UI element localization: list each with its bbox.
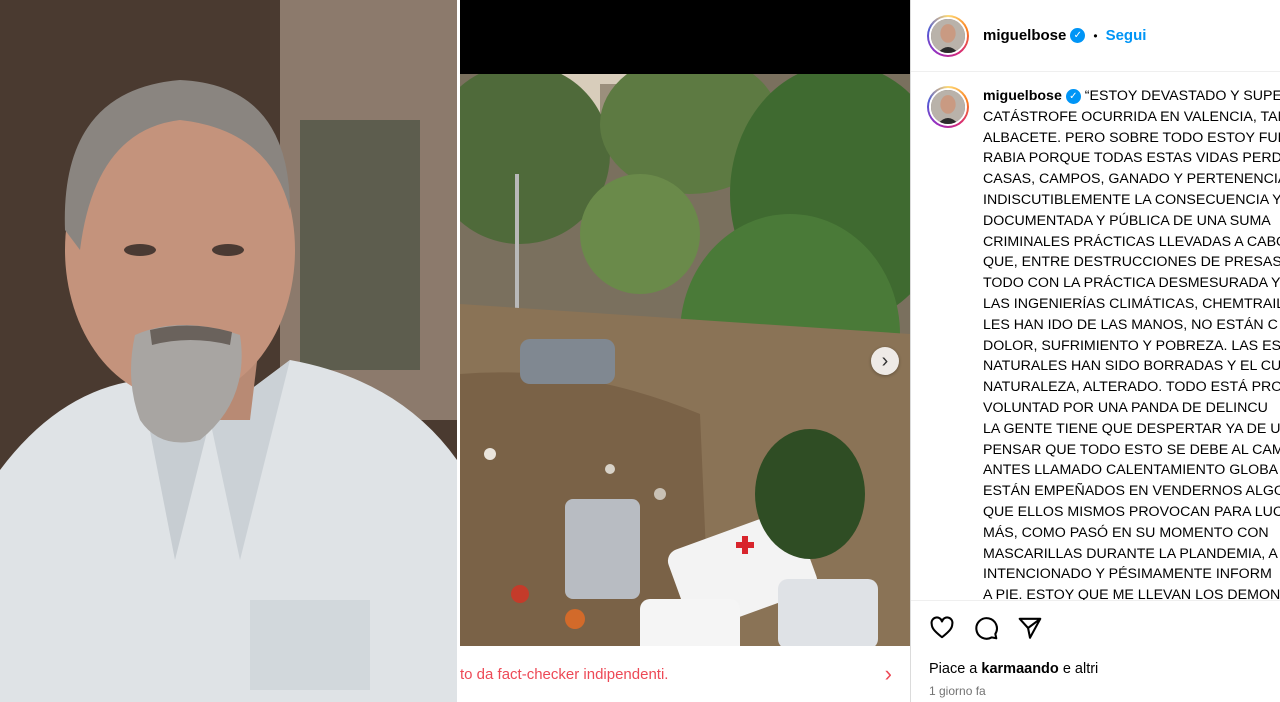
caption-line: NATURALEZA, ALTERADO. TODO ESTÁ PRO — [983, 379, 1280, 396]
caption-line: MASCARILLAS DURANTE LA PLANDEMIA, A — [983, 545, 1278, 562]
avatar[interactable] — [927, 14, 969, 57]
likes-suffix[interactable]: e altri — [1063, 661, 1098, 677]
heart-icon[interactable] — [929, 615, 955, 641]
caption-line: DOLOR, SUFRIMIENTO Y POBREZA. LAS ES — [983, 337, 1280, 354]
caption-line: “ESTOY DEVASTADO Y SUPE — [1084, 88, 1280, 104]
post-actions: Piace a karmaando e altri 1 giorno fa — [911, 600, 1280, 702]
caption-line: DOCUMENTADA Y PÚBLICA DE UNA SUMA — [983, 212, 1271, 229]
post-header: miguelbose ✓ • Segui — [911, 0, 1280, 72]
caption-username[interactable]: miguelbose — [983, 88, 1062, 104]
post-timestamp[interactable]: 1 giorno fa — [929, 684, 986, 698]
fact-check-notice[interactable]: to da fact-checker indipendenti. › — [460, 646, 910, 702]
caption-line: CASAS, CAMPOS, GANADO Y PERTENENCIA — [983, 171, 1280, 188]
username[interactable]: miguelbose — [983, 27, 1066, 44]
caption-line: VOLUNTAD POR UNA PANDA DE DELINCU — [983, 399, 1268, 416]
portrait-photo — [0, 0, 457, 702]
next-image-button[interactable]: › — [871, 347, 899, 375]
caption-line: PENSAR QUE TODO ESTO SE DEBE AL CAM — [983, 441, 1280, 458]
post-caption: miguelbose ✓ “ESTOY DEVASTADO Y SUPE CATÁ… — [911, 72, 1280, 600]
caption-line: LES HAN IDO DE LAS MANOS, NO ESTÁN C — [983, 316, 1278, 333]
verified-badge-icon: ✓ — [1070, 28, 1086, 43]
caption-line: MÁS, COMO PASÓ EN SU MOMENTO CON — [983, 524, 1269, 541]
caption-line: TODO CON LA PRÁCTICA DESMESURADA Y — [983, 275, 1280, 292]
follow-button[interactable]: Segui — [1106, 27, 1147, 44]
post-media-panel: › to da fact-checker indipendenti. › — [460, 0, 910, 702]
caption-line: RABIA PORQUE TODAS ESTAS VIDAS PERD — [983, 150, 1280, 167]
verified-badge-icon: ✓ — [1065, 88, 1081, 104]
caption-line: NATURALES HAN SIDO BORRADAS Y EL CU — [983, 358, 1280, 375]
caption-line: ANTES LLAMADO CALENTAMIENTO GLOBA — [983, 462, 1279, 479]
chevron-right-icon: › — [881, 350, 889, 372]
liked-by-user[interactable]: karmaando — [981, 661, 1058, 677]
likes-prefix: Piace a — [929, 661, 978, 677]
caption-line: QUE, ENTRE DESTRUCCIONES DE PRESAS Y — [983, 254, 1280, 271]
likes-summary: Piace a karmaando e altri — [929, 661, 1098, 677]
caption-line: ALBACETE. PERO SOBRE TODO ESTOY FURI — [983, 129, 1280, 146]
caption-line: LAS INGENIERÍAS CLIMÁTICAS, CHEMTRAIL — [983, 295, 1280, 312]
caption-line: A PIE. ESTOY QUE ME LLEVAN LOS DEMON — [983, 587, 1280, 600]
caption-line: INDISCUTIBLEMENTE LA CONSECUENCIA Y — [983, 191, 1280, 208]
post-image[interactable] — [460, 74, 910, 646]
caption-line: CATÁSTROFE OCURRIDA EN VALENCIA, TAM — [983, 108, 1280, 125]
caption-line: INTENCIONADO Y PÉSIMAMENTE INFORM — [983, 566, 1272, 583]
separator-dot: • — [1093, 28, 1098, 43]
caption-line: QUE ELLOS MISMOS PROVOCAN PARA LUC — [983, 503, 1280, 520]
caption-line: CRIMINALES PRÁCTICAS LLEVADAS A CABO — [983, 233, 1280, 250]
caption-line: ESTÁN EMPEÑADOS EN VENDERNOS ALGO — [983, 483, 1280, 500]
comment-icon[interactable] — [973, 615, 999, 641]
avatar[interactable] — [927, 86, 969, 128]
caption-line: LA GENTE TIENE QUE DESPERTAR YA DE UN — [983, 420, 1280, 437]
chevron-right-icon[interactable]: › — [885, 663, 892, 685]
media-letterbox — [460, 0, 910, 74]
post-sidebar: miguelbose ✓ • Segui miguelbose ✓ “ESTOY … — [910, 0, 1280, 702]
caption-text: miguelbose ✓ “ESTOY DEVASTADO Y SUPE CATÁ… — [983, 86, 1280, 600]
share-icon[interactable] — [1017, 615, 1043, 641]
fact-check-text: to da fact-checker indipendenti. — [460, 665, 669, 683]
